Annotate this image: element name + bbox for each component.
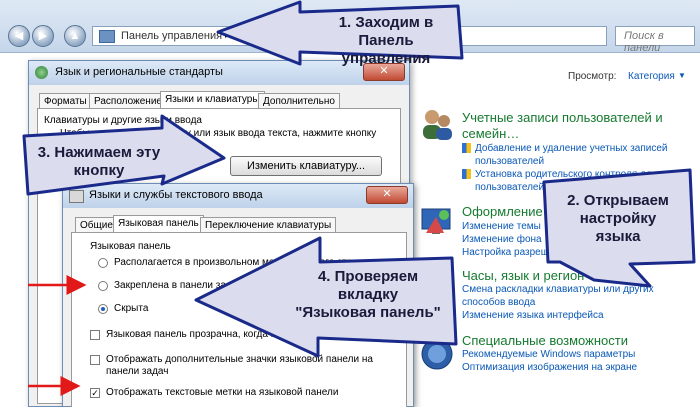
callout-step3-line1: 3. Нажимаем эту [37, 144, 161, 161]
callout-step2-line1: 2. Открываем [567, 192, 669, 209]
callout-step4-text: 4. Проверяем вкладку "Языковая панель" [280, 268, 456, 322]
callout-step4-line3: "Языковая панель" [295, 304, 441, 321]
callout-step1-line1: 1. Заходим в Панель [338, 14, 434, 49]
callout-step3-text: 3. Нажимаем эту кнопку [30, 144, 168, 180]
callout-step3-line2: кнопку [73, 162, 125, 179]
callout-step2-text: 2. Открываем настройку языка [548, 192, 688, 246]
callout-step4-line2: вкладку [337, 286, 399, 303]
callout-step1-line2: управления [341, 50, 431, 67]
callout-step2-line3: языка [595, 228, 641, 245]
callout-step1-text: 1. Заходим в Панель управления [316, 14, 456, 68]
callout-step4-line1: 4. Проверяем [317, 268, 419, 285]
callout-step2-line2: настройку [579, 210, 657, 227]
